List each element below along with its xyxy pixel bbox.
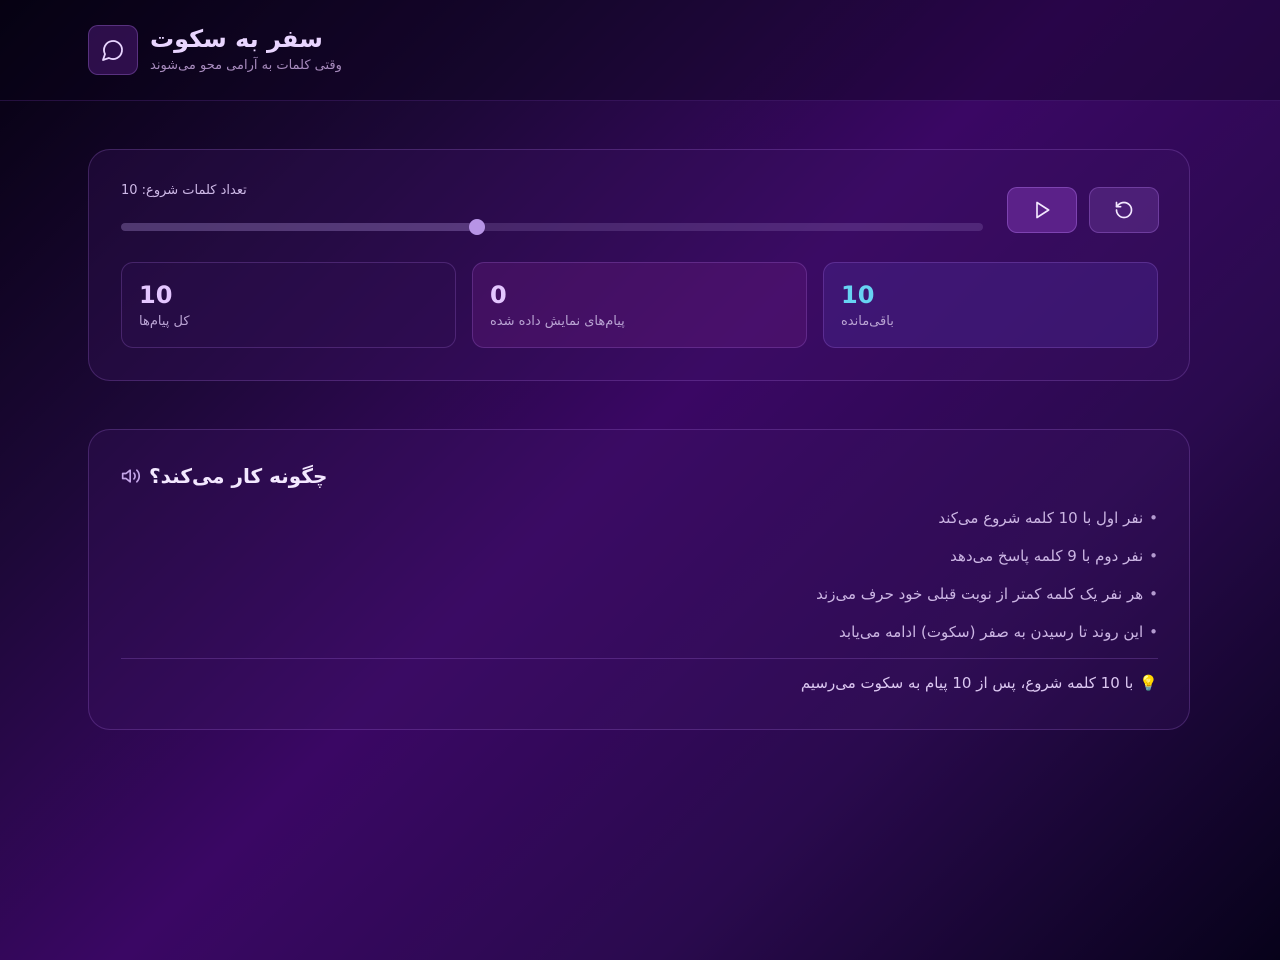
bullet-icon: • xyxy=(1149,623,1158,641)
play-icon xyxy=(1036,201,1050,219)
step-text: نفر دوم با 9 کلمه پاسخ می‌دهد xyxy=(950,547,1144,565)
app-title: سفر به سکوت xyxy=(150,25,323,53)
bullet-icon: • xyxy=(1149,585,1158,603)
stat-total-label: کل پیام‌ها xyxy=(139,314,190,329)
slider-label: تعداد کلمات شروع: 10 xyxy=(121,183,247,198)
step-item: • نفر دوم با 9 کلمه پاسخ می‌دهد xyxy=(950,546,1158,566)
stat-remaining-label: باقی‌مانده xyxy=(841,314,894,329)
bullet-icon: • xyxy=(1149,509,1158,527)
step-text: نفر اول با 10 کلمه شروع می‌کند xyxy=(938,509,1144,527)
slider-thumb[interactable] xyxy=(469,219,485,235)
stat-remaining-value: 10 xyxy=(841,281,875,309)
title-block: سفر به سکوت وقتی کلمات به آرامی محو می‌ش… xyxy=(150,24,342,75)
logo xyxy=(88,25,138,75)
speaker-icon xyxy=(121,469,141,483)
reset-button[interactable] xyxy=(1089,187,1159,233)
lightbulb-icon: 💡 xyxy=(1139,674,1158,692)
play-button[interactable] xyxy=(1007,187,1077,233)
info-title-row: چگونه کار می‌کند؟ xyxy=(121,462,327,490)
stat-total-value: 10 xyxy=(139,281,173,309)
stat-remaining: 10 باقی‌مانده xyxy=(823,262,1158,348)
word-count-slider[interactable] xyxy=(121,219,983,235)
step-item: • نفر اول با 10 کلمه شروع می‌کند xyxy=(938,508,1158,528)
summary-text: با 10 کلمه شروع، پس از 10 پیام به سکوت م… xyxy=(800,674,1134,692)
stat-shown-messages: 0 پیام‌های نمایش داده شده xyxy=(472,262,807,348)
app-header: سفر به سکوت وقتی کلمات به آرامی محو می‌ش… xyxy=(0,0,1280,101)
reset-icon xyxy=(1115,201,1133,219)
slider-fill xyxy=(121,223,477,231)
divider xyxy=(121,658,1158,659)
bullet-icon: • xyxy=(1149,547,1158,565)
step-text: این روند تا رسیدن به صفر (سکوت) ادامه می… xyxy=(839,623,1144,641)
app-subtitle: وقتی کلمات به آرامی محو می‌شوند xyxy=(150,58,342,73)
step-text: هر نفر یک کلمه کمتر از نوبت قبلی خود حرف… xyxy=(816,585,1144,603)
info-title: چگونه کار می‌کند؟ xyxy=(149,464,328,488)
summary-line: 💡 با 10 کلمه شروع، پس از 10 پیام به سکوت … xyxy=(801,673,1158,693)
step-item: • هر نفر یک کلمه کمتر از نوبت قبلی خود حر… xyxy=(816,584,1158,604)
chat-bubble-icon xyxy=(102,40,123,61)
stat-shown-label: پیام‌های نمایش داده شده xyxy=(490,314,625,329)
step-item: • این روند تا رسیدن به صفر (سکوت) ادامه م… xyxy=(839,622,1158,642)
stat-shown-value: 0 xyxy=(490,281,507,309)
stat-total-messages: 10 کل پیام‌ها xyxy=(121,262,456,348)
